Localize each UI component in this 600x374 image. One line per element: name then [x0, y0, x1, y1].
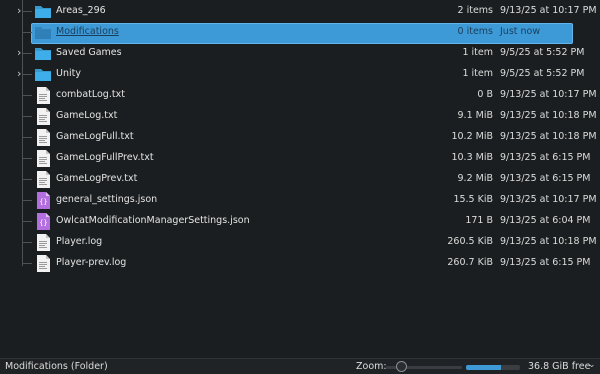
file-modified: Just now	[500, 26, 541, 37]
file-modified: 9/13/25 at 6:15 PM	[500, 257, 591, 268]
file-size: 9.1 MiB	[457, 110, 493, 121]
chevron-down-icon[interactable]: ⌄	[588, 360, 596, 370]
file-list-view[interactable]: › Areas_296 2 items 9/13/25 at 10:17 PM Modi…	[0, 0, 600, 358]
file-row[interactable]: GameLogPrev.txt 9.2 MiB 9/13/25 at 6:15 PM	[0, 169, 600, 190]
json-file-icon: {}	[34, 192, 52, 209]
tree-connector	[22, 32, 32, 33]
text-file-icon	[34, 255, 52, 272]
text-file-icon	[34, 108, 52, 125]
file-modified: 9/13/25 at 10:18 PM	[500, 110, 597, 121]
file-modified: 9/13/25 at 10:17 PM	[500, 89, 597, 100]
file-row[interactable]: GameLogFullPrev.txt 10.3 MiB 9/13/25 at 6:…	[0, 148, 600, 169]
text-file-icon	[34, 129, 52, 146]
tree-connector	[22, 137, 32, 138]
text-file-icon	[34, 234, 52, 251]
tree-connector	[22, 263, 32, 264]
file-modified: 9/5/25 at 5:52 PM	[500, 47, 585, 58]
file-row[interactable]: Player.log 260.5 KiB 9/13/25 at 10:18 PM	[0, 232, 600, 253]
tree-connector	[22, 116, 32, 117]
file-modified: 9/13/25 at 6:04 PM	[500, 215, 591, 226]
file-name: GameLogPrev.txt	[56, 173, 138, 184]
file-row[interactable]: {} OwlcatModificationManagerSettings.json…	[0, 211, 600, 232]
tree-connector	[22, 158, 32, 159]
folder-icon	[34, 66, 52, 83]
zoom-label: Zoom:	[356, 361, 387, 372]
file-row[interactable]: › Saved Games 1 item 9/5/25 at 5:52 PM	[0, 43, 600, 64]
file-row[interactable]: › Areas_296 2 items 9/13/25 at 10:17 PM	[0, 1, 600, 22]
file-row[interactable]: Modifications 0 items Just now	[0, 22, 600, 44]
folder-icon	[34, 45, 52, 62]
file-modified: 9/13/25 at 10:17 PM	[500, 194, 597, 205]
tree-connector	[22, 179, 32, 180]
svg-text:{}: {}	[39, 198, 47, 206]
file-row[interactable]: {} general_settings.json 15.5 KiB 9/13/25 a…	[0, 190, 600, 211]
file-name: Modifications	[56, 26, 119, 37]
svg-text:{}: {}	[39, 219, 47, 227]
tree-connector	[22, 221, 32, 222]
chevron-right-icon[interactable]: ›	[17, 68, 27, 80]
file-modified: 9/13/25 at 10:18 PM	[500, 131, 597, 142]
file-name: combatLog.txt	[56, 89, 125, 100]
file-row[interactable]: combatLog.txt 0 B 9/13/25 at 10:17 PM	[0, 85, 600, 106]
status-bar: Modifications (Folder) Zoom: 36.8 GiB fr…	[0, 358, 600, 374]
file-size: 0 B	[477, 89, 493, 100]
file-name: Areas_296	[56, 5, 106, 16]
file-modified: 9/13/25 at 6:15 PM	[500, 152, 591, 163]
file-name: GameLog.txt	[56, 110, 118, 121]
file-name: Player-prev.log	[56, 257, 127, 268]
zoom-slider-handle[interactable]	[395, 361, 407, 372]
text-file-icon	[34, 87, 52, 104]
file-size: 10.3 MiB	[451, 152, 493, 163]
file-size: 0 items	[457, 26, 493, 37]
json-file-icon: {}	[34, 213, 52, 230]
file-name: GameLogFull.txt	[56, 131, 134, 142]
disk-usage-fill	[466, 365, 502, 370]
file-size: 9.2 MiB	[457, 173, 493, 184]
file-modified: 9/13/25 at 10:18 PM	[500, 236, 597, 247]
file-name: OwlcatModificationManagerSettings.json	[56, 215, 250, 226]
file-row[interactable]: GameLog.txt 9.1 MiB 9/13/25 at 10:18 PM	[0, 106, 600, 127]
file-size: 10.2 MiB	[451, 131, 493, 142]
file-modified: 9/5/25 at 5:52 PM	[500, 68, 585, 79]
text-file-icon	[34, 171, 52, 188]
file-size: 15.5 KiB	[453, 194, 493, 205]
file-modified: 9/13/25 at 6:15 PM	[500, 173, 591, 184]
file-size: 1 item	[462, 68, 493, 79]
free-space-label[interactable]: 36.8 GiB free	[528, 361, 590, 372]
disk-usage-bar[interactable]	[466, 365, 520, 370]
file-name: Saved Games	[56, 47, 122, 58]
file-name: GameLogFullPrev.txt	[56, 152, 154, 163]
tree-connector	[22, 200, 32, 201]
selection-status: Modifications (Folder)	[5, 361, 108, 372]
chevron-right-icon[interactable]: ›	[17, 5, 27, 17]
file-row[interactable]: › Unity 1 item 9/5/25 at 5:52 PM	[0, 64, 600, 85]
folder-icon	[34, 24, 52, 41]
tree-connector	[22, 95, 32, 96]
file-size: 2 items	[457, 5, 493, 16]
file-row[interactable]: GameLogFull.txt 10.2 MiB 9/13/25 at 10:18 …	[0, 127, 600, 148]
tree-connector	[22, 242, 32, 243]
chevron-right-icon[interactable]: ›	[17, 47, 27, 59]
file-name: general_settings.json	[56, 194, 158, 205]
file-size: 171 B	[465, 215, 493, 226]
folder-icon	[34, 3, 52, 20]
text-file-icon	[34, 150, 52, 167]
file-modified: 9/13/25 at 10:17 PM	[500, 5, 597, 16]
file-size: 1 item	[462, 47, 493, 58]
file-name: Unity	[56, 68, 81, 79]
file-name: Player.log	[56, 236, 103, 247]
file-row[interactable]: Player-prev.log 260.7 KiB 9/13/25 at 6:15 …	[0, 253, 600, 274]
file-size: 260.5 KiB	[447, 236, 493, 247]
file-size: 260.7 KiB	[447, 257, 493, 268]
